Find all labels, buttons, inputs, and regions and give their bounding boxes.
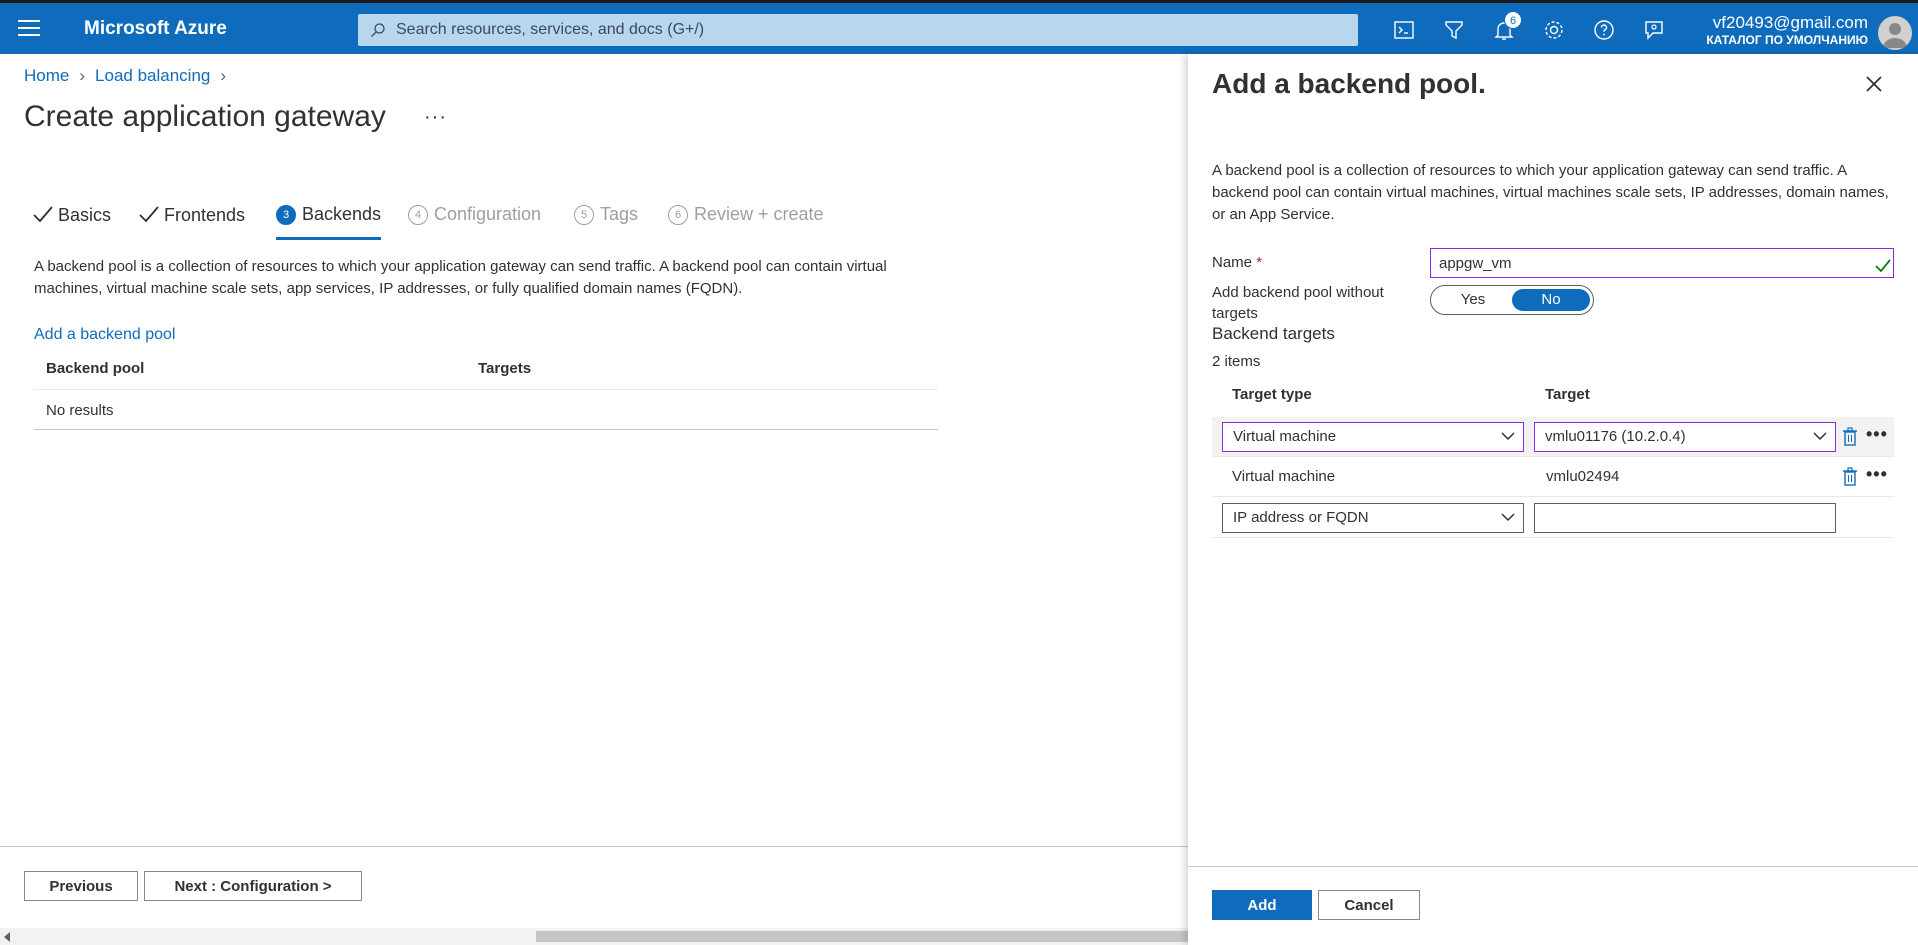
column-target-type: Target type bbox=[1232, 386, 1312, 403]
footer-divider bbox=[0, 846, 1190, 847]
global-search[interactable] bbox=[358, 14, 1358, 46]
tab-backends-label: Backends bbox=[302, 204, 382, 224]
name-label-text: Name bbox=[1212, 254, 1253, 271]
empty-message: No results bbox=[46, 402, 114, 419]
user-avatar-icon bbox=[1883, 23, 1907, 48]
chevron-down-icon bbox=[1501, 432, 1515, 441]
help-icon[interactable] bbox=[1592, 18, 1616, 42]
table-header: Target type Target bbox=[1212, 374, 1894, 410]
toggle-yes[interactable]: Yes bbox=[1434, 289, 1512, 311]
chevron-down-icon bbox=[1813, 432, 1827, 441]
column-target: Target bbox=[1545, 386, 1590, 403]
tab-review-create[interactable]: 6 Review + create bbox=[668, 204, 824, 240]
page-title: Create application gateway bbox=[24, 100, 386, 133]
table-row: No results bbox=[34, 390, 938, 430]
backend-targets-heading: Backend targets bbox=[1212, 324, 1335, 343]
more-options-icon[interactable]: ··· bbox=[424, 106, 447, 129]
feedback-icon[interactable] bbox=[1642, 18, 1666, 42]
name-label: Name * bbox=[1212, 254, 1262, 271]
add-button[interactable]: Add bbox=[1212, 890, 1312, 920]
tab-frontends[interactable]: Frontends bbox=[138, 204, 245, 240]
breadcrumb-home[interactable]: Home bbox=[24, 66, 69, 85]
tab-tags-label: Tags bbox=[600, 204, 639, 224]
chevron-right-icon: › bbox=[79, 66, 86, 85]
previous-button[interactable]: Previous bbox=[24, 871, 138, 901]
step-number: 4 bbox=[408, 205, 428, 225]
table-row[interactable]: IP address or FQDN bbox=[1212, 498, 1894, 538]
backend-targets-table: Target type Target Virtual machine vmlu0… bbox=[1212, 374, 1894, 538]
more-options-icon[interactable]: ••• bbox=[1866, 425, 1888, 443]
breadcrumb-load-balancing[interactable]: Load balancing bbox=[95, 66, 210, 85]
delete-trash-icon[interactable] bbox=[1842, 467, 1858, 487]
toggle-no[interactable]: No bbox=[1512, 289, 1590, 311]
step-number: 6 bbox=[668, 205, 688, 225]
target-value: vmlu01176 (10.2.0.4) bbox=[1545, 428, 1686, 445]
target-type-value: IP address or FQDN bbox=[1233, 509, 1369, 526]
step-number: 3 bbox=[276, 205, 296, 225]
without-targets-toggle[interactable]: Yes No bbox=[1430, 285, 1594, 315]
cloud-shell-icon[interactable] bbox=[1392, 18, 1416, 42]
search-icon bbox=[371, 23, 385, 37]
account-directory: КАТАЛОГ ПО УМОЛЧАНИЮ bbox=[1706, 33, 1868, 47]
required-asterisk: * bbox=[1256, 254, 1263, 271]
tab-configuration-label: Configuration bbox=[434, 204, 542, 224]
target-type-value: Virtual machine bbox=[1233, 428, 1337, 445]
target-text: vmlu02494 bbox=[1546, 468, 1620, 485]
target-type-text: Virtual machine bbox=[1232, 468, 1336, 485]
add-backend-pool-panel: Add a backend pool. A backend pool is a … bbox=[1188, 54, 1918, 945]
target-type-dropdown[interactable]: IP address or FQDN bbox=[1222, 503, 1524, 533]
brand-title[interactable]: Microsoft Azure bbox=[84, 18, 227, 40]
checkmark-icon bbox=[33, 206, 53, 223]
tab-review-create-label: Review + create bbox=[694, 204, 824, 224]
target-dropdown[interactable]: vmlu01176 (10.2.0.4) bbox=[1534, 422, 1836, 452]
next-configuration-button[interactable]: Next : Configuration > bbox=[144, 871, 362, 901]
items-count: 2 items bbox=[1212, 353, 1261, 370]
name-field[interactable] bbox=[1430, 248, 1894, 278]
avatar[interactable] bbox=[1878, 16, 1912, 50]
tab-frontends-label: Frontends bbox=[164, 205, 246, 225]
tab-tags[interactable]: 5 Tags bbox=[574, 204, 638, 240]
close-icon[interactable] bbox=[1862, 72, 1886, 96]
panel-description: A backend pool is a collection of resour… bbox=[1212, 162, 1889, 223]
breadcrumb: Home › Load balancing › bbox=[24, 66, 236, 86]
panel-footer-divider bbox=[1188, 866, 1918, 867]
tab-basics[interactable]: Basics bbox=[32, 204, 111, 240]
target-input[interactable] bbox=[1534, 503, 1836, 533]
directory-filter-icon[interactable] bbox=[1442, 18, 1466, 42]
step-number: 5 bbox=[574, 205, 594, 225]
cancel-button[interactable]: Cancel bbox=[1318, 890, 1420, 920]
table-row[interactable]: Virtual machine vmlu01176 (10.2.0.4) ••• bbox=[1212, 417, 1894, 457]
add-backend-pool-link[interactable]: Add a backend pool bbox=[34, 326, 175, 344]
backend-pool-table: Backend pool Targets No results bbox=[34, 352, 938, 430]
notification-count-badge: 6 bbox=[1504, 11, 1522, 29]
more-options-icon[interactable]: ••• bbox=[1866, 465, 1888, 483]
search-input[interactable] bbox=[396, 14, 1336, 46]
top-bar: Microsoft Azure 6 vf20493@gmail.com КАТА… bbox=[0, 0, 1918, 54]
delete-trash-icon[interactable] bbox=[1842, 427, 1858, 447]
tab-backends[interactable]: 3 Backends bbox=[276, 204, 382, 240]
table-row[interactable]: Virtual machine vmlu02494 ••• bbox=[1212, 457, 1894, 497]
panel-title: Add a backend pool. bbox=[1212, 68, 1486, 99]
horizontal-scrollbar[interactable] bbox=[0, 928, 1190, 945]
chevron-down-icon bbox=[1501, 513, 1515, 522]
chevron-right-icon: › bbox=[220, 66, 227, 85]
backends-description: A backend pool is a collection of resour… bbox=[34, 258, 887, 297]
column-targets[interactable]: Targets bbox=[478, 360, 531, 377]
target-type-dropdown[interactable]: Virtual machine bbox=[1222, 422, 1524, 452]
without-targets-label: Add backend pool without targets bbox=[1212, 284, 1384, 322]
valid-checkmark-icon bbox=[1875, 259, 1891, 273]
hamburger-menu-icon[interactable] bbox=[18, 20, 40, 38]
account-info[interactable]: vf20493@gmail.com КАТАЛОГ ПО УМОЛЧАНИЮ bbox=[1706, 13, 1868, 47]
settings-gear-icon[interactable] bbox=[1542, 18, 1566, 42]
column-backend-pool[interactable]: Backend pool bbox=[46, 360, 144, 377]
account-email: vf20493@gmail.com bbox=[1712, 13, 1868, 32]
table-header: Backend pool Targets bbox=[34, 352, 938, 390]
scrollbar-thumb[interactable] bbox=[536, 931, 1190, 942]
tab-basics-label: Basics bbox=[58, 205, 112, 225]
tab-configuration[interactable]: 4 Configuration bbox=[408, 204, 541, 240]
checkmark-icon bbox=[139, 206, 159, 223]
scroll-left-arrow-icon[interactable] bbox=[4, 932, 10, 942]
